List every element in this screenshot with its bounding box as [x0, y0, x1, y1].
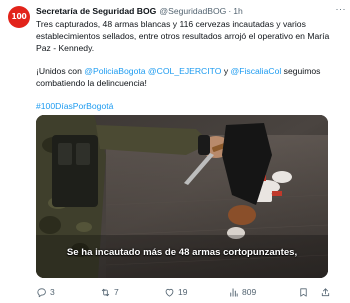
- reply-icon: [37, 287, 46, 297]
- views-chart-icon: [230, 287, 238, 297]
- views-button[interactable]: 809: [228, 287, 256, 298]
- hashtag-link[interactable]: #100DíasPorBogotá: [36, 101, 113, 111]
- tweet-paragraph-2: ¡Unidos con @PoliciaBogota @COL_EJERCITO…: [36, 65, 344, 89]
- like-count: 19: [178, 287, 188, 297]
- mention-col-ejercito[interactable]: @COL_EJERCITO: [148, 66, 222, 76]
- like-button[interactable]: 19: [164, 287, 187, 298]
- avatar[interactable]: 100: [8, 6, 30, 28]
- more-options-icon[interactable]: ···: [336, 4, 347, 14]
- mention-policia-bogota[interactable]: @PoliciaBogota: [84, 66, 145, 76]
- share-icon: [321, 287, 330, 296]
- tweet-paragraph-1: Tres capturados, 48 armas blancas y 116 …: [36, 19, 330, 53]
- bookmark-button[interactable]: [298, 287, 312, 298]
- bookmark-icon: [300, 287, 307, 297]
- views-count: 809: [242, 287, 257, 297]
- tweet-body: Secretaría de Seguridad BOG @SeguridadBO…: [36, 4, 347, 112]
- retweet-count: 7: [114, 287, 119, 297]
- tweet-text: Tres capturados, 48 armas blancas y 116 …: [36, 18, 344, 112]
- heart-icon: [165, 288, 174, 297]
- text-conjunction: y: [221, 66, 231, 76]
- video-caption: Se ha incautado más de 48 armas cortopun…: [66, 247, 298, 258]
- text-prefix: ¡Unidos con: [36, 66, 85, 76]
- reply-button[interactable]: 3: [36, 287, 55, 298]
- retweet-icon: [101, 288, 110, 296]
- tweet-paragraph-3: #100DíasPorBogotá: [36, 100, 344, 112]
- tweet-actions: 3 7 19 809: [36, 285, 336, 299]
- share-button[interactable]: [320, 287, 334, 298]
- retweet-button[interactable]: 7: [100, 287, 119, 298]
- separator-dot: ·: [228, 5, 232, 16]
- reply-count: 3: [50, 287, 55, 297]
- mention-fiscalia-col[interactable]: @FiscaliaCol: [231, 66, 282, 76]
- author-name[interactable]: Secretaría de Seguridad BOG: [36, 6, 156, 16]
- tweet-header: Secretaría de Seguridad BOG @SeguridadBO…: [36, 4, 347, 17]
- video-player[interactable]: Se ha incautado más de 48 armas cortopun…: [36, 115, 328, 278]
- author-handle[interactable]: @SeguridadBOG: [159, 6, 226, 16]
- tweet-timestamp[interactable]: 1h: [233, 6, 243, 16]
